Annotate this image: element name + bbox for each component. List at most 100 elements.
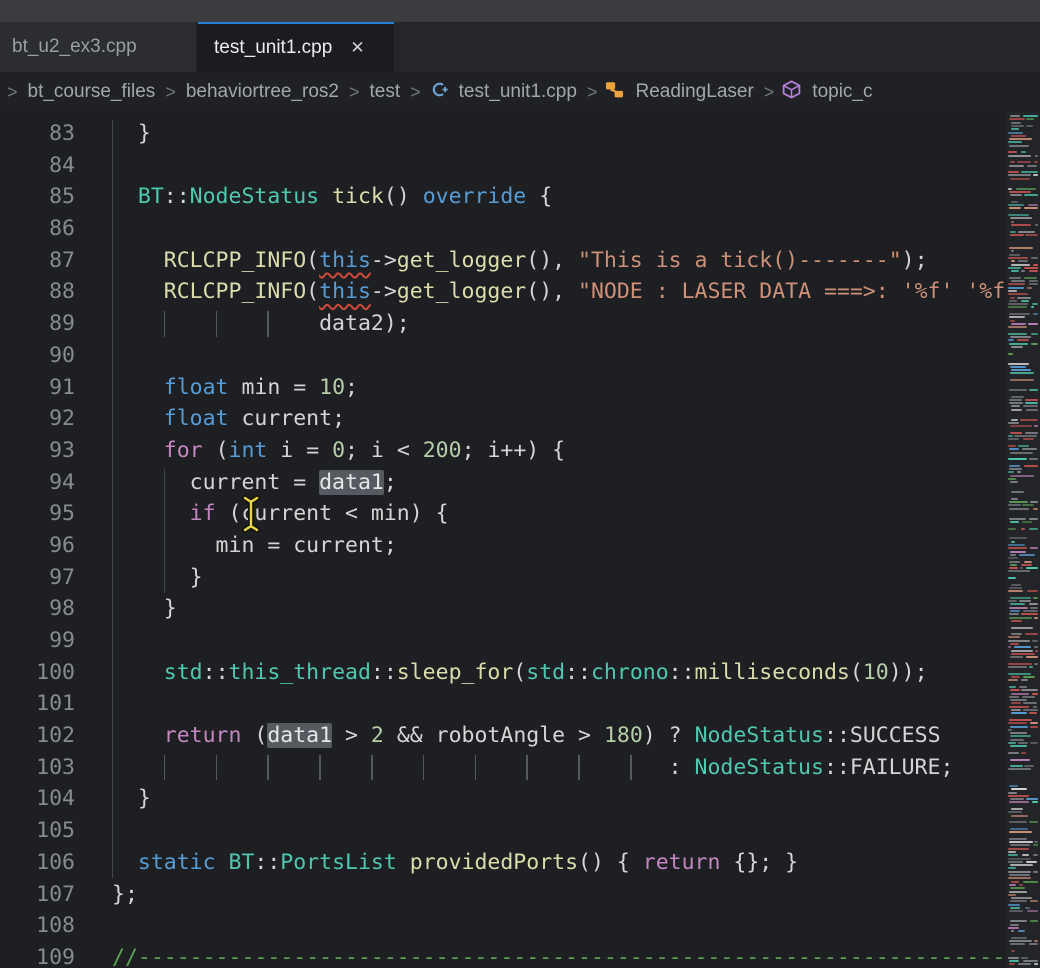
minimap-line [1008,570,1030,572]
minimap[interactable] [1006,112,1040,968]
minimap-line [1011,125,1024,127]
code-line[interactable]: 89 data2); [0,308,1006,340]
tab-bt_u2_ex3[interactable]: bt_u2_ex3.cpp [0,22,198,72]
code-line[interactable]: 95 if (current < min) { [0,498,1006,530]
line-number[interactable]: 103 [0,752,75,784]
code-line[interactable]: 109//-----------------------------------… [0,942,1006,968]
minimap-line [1009,138,1032,140]
breadcrumb-item-folder[interactable]: test [370,81,401,103]
line-number[interactable]: 99 [0,625,75,657]
code-line[interactable]: 86 [0,213,1006,245]
code-line[interactable]: 104 } [0,783,1006,815]
minimap-line [1026,118,1034,120]
code-text: for (int i = 0; i < 200; i++) { [112,435,565,467]
code-line[interactable]: 88 RCLCPP_INFO(this->get_logger(), "NODE… [0,276,1006,308]
minimap-line [1008,646,1011,648]
line-number[interactable]: 91 [0,372,75,404]
breadcrumb-item-class[interactable]: ReadingLaser [635,81,753,103]
minimap-line [1010,735,1031,737]
code-line[interactable]: 103 : NodeStatus::FAILURE; [0,752,1006,784]
code-token: ) ? [643,723,695,748]
minimap-line [1010,739,1024,741]
line-number[interactable]: 88 [0,276,75,308]
line-number[interactable]: 87 [0,245,75,277]
line-number[interactable]: 93 [0,435,75,467]
breadcrumb-item-method[interactable]: topic_c [812,81,872,103]
code-token: for [164,438,203,463]
code-line[interactable]: 84 [0,150,1006,182]
line-number[interactable]: 92 [0,403,75,435]
breadcrumb-item-folder[interactable]: behaviortree_ros2 [186,81,339,103]
minimap-line [1008,894,1016,896]
minimap-line [1029,518,1038,520]
minimap-line [1021,270,1025,272]
code-line[interactable]: 97 } [0,562,1006,594]
line-number[interactable]: 85 [0,181,75,213]
code-line[interactable]: 85 BT::NodeStatus tick() override { [0,181,1006,213]
line-number[interactable]: 96 [0,530,75,562]
line-number[interactable]: 95 [0,498,75,530]
code-line[interactable]: 90 [0,340,1006,372]
code-line[interactable]: 105 [0,815,1006,847]
code-line[interactable]: 87 RCLCPP_INFO(this->get_logger(), "This… [0,245,1006,277]
indent-guide [164,311,166,337]
minimap-line [1010,481,1018,483]
code-line[interactable]: 100 std::this_thread::sleep_for(std::chr… [0,657,1006,689]
minimap-line [1026,798,1038,800]
code-line[interactable]: 99 [0,625,1006,657]
code-token: return [643,850,721,875]
line-number[interactable]: 101 [0,688,75,720]
code-editor[interactable]: 83 }8485 BT::NodeStatus tick() override … [0,112,1040,968]
minimap-line [1010,194,1022,196]
line-number[interactable]: 89 [0,308,75,340]
code-line[interactable]: 106 static BT::PortsList providedPorts()… [0,847,1006,879]
line-number[interactable]: 94 [0,467,75,499]
code-text: float current; [112,403,345,435]
line-number[interactable]: 84 [0,150,75,182]
code-line[interactable]: 101 [0,688,1006,720]
minimap-line [1010,432,1022,434]
minimap-line [1024,465,1038,467]
breadcrumb-item-file[interactable]: test_unit1.cpp [459,81,577,103]
code-line[interactable]: 108 [0,910,1006,942]
minimap-line [1034,161,1038,163]
code-line[interactable]: 107}; [0,879,1006,911]
code-token: } [112,565,203,590]
code-line[interactable]: 98 } [0,593,1006,625]
code-line[interactable]: 91 float min = 10; [0,372,1006,404]
minimap-line [1009,891,1027,893]
line-number[interactable]: 104 [0,783,75,815]
code-line[interactable]: 93 for (int i = 0; i < 200; i++) { [0,435,1006,467]
code-line[interactable]: 83 } [0,118,1006,150]
code-token: NodeStatus [695,723,824,748]
code-line[interactable]: 94 current = data1; [0,467,1006,499]
breadcrumb-item-folder[interactable]: bt_course_files [28,81,156,103]
minimap-line [1008,673,1031,675]
minimap-line [1008,151,1017,153]
tab-test_unit1[interactable]: test_unit1.cpp ✕ [198,22,394,72]
line-number[interactable]: 90 [0,340,75,372]
code-line[interactable]: 92 float current; [0,403,1006,435]
minimap-line [1009,518,1026,520]
line-number[interactable]: 102 [0,720,75,752]
code-token: get_logger [397,279,526,304]
code-token: chrono [591,660,669,685]
line-number[interactable]: 109 [0,942,75,968]
line-number[interactable]: 106 [0,847,75,879]
line-number[interactable]: 97 [0,562,75,594]
line-number[interactable]: 83 [0,118,75,150]
line-number[interactable]: 105 [0,815,75,847]
code-line[interactable]: 96 min = current; [0,530,1006,562]
line-number[interactable]: 108 [0,910,75,942]
code-line[interactable]: 102 return (data1 > 2 && robotAngle > 18… [0,720,1006,752]
minimap-line [1011,264,1030,266]
close-icon[interactable]: ✕ [350,38,364,58]
line-number[interactable]: 100 [0,657,75,689]
minimap-line [1008,722,1027,724]
line-number[interactable]: 86 [0,213,75,245]
minimap-line [1010,924,1019,926]
minimap-line [1008,435,1013,437]
line-number[interactable]: 107 [0,879,75,911]
minimap-line [1010,320,1015,322]
line-number[interactable]: 98 [0,593,75,625]
